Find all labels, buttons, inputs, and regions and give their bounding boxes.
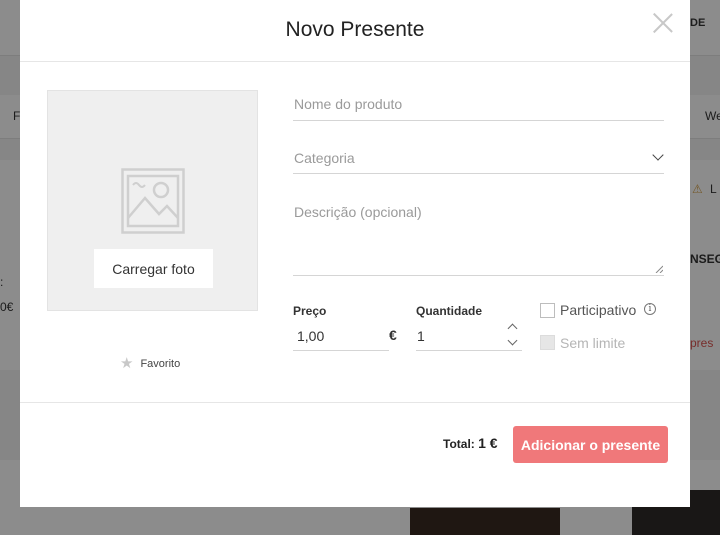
- image-placeholder-icon: [121, 168, 185, 234]
- currency-symbol: €: [389, 327, 397, 343]
- total-summary: Total: 1 €: [443, 435, 498, 451]
- participative-label: Participativo: [560, 302, 637, 318]
- description-field: [293, 198, 665, 276]
- close-icon[interactable]: [652, 12, 674, 34]
- modal-title: Novo Presente: [285, 18, 425, 41]
- unlimited-label: Sem limite: [560, 335, 626, 351]
- photo-upload-area[interactable]: Carregar foto: [47, 90, 258, 311]
- favorite-label: Favorito: [140, 357, 181, 370]
- participative-checkbox[interactable]: [540, 303, 555, 318]
- resize-grip-icon[interactable]: [655, 265, 663, 273]
- info-icon[interactable]: i: [644, 303, 656, 315]
- unlimited-checkbox[interactable]: [540, 335, 555, 350]
- product-name-input[interactable]: [294, 96, 665, 112]
- new-gift-modal: Novo Presente Carregar foto ★ Favorito C…: [20, 0, 690, 507]
- total-label: Total:: [443, 437, 475, 451]
- total-value: 1 €: [478, 435, 498, 451]
- add-gift-button[interactable]: Adicionar o presente: [513, 426, 668, 463]
- upload-photo-button[interactable]: Carregar foto: [94, 249, 213, 288]
- chevron-down-icon: [652, 149, 664, 161]
- quantity-stepper: [416, 322, 522, 351]
- quantity-input[interactable]: [417, 328, 487, 344]
- price-field: [293, 322, 393, 351]
- category-select[interactable]: Categoria: [293, 142, 664, 174]
- favorite-toggle[interactable]: ★ Favorito: [120, 356, 180, 371]
- quantity-label: Quantidade: [416, 304, 483, 318]
- footer-divider: [20, 402, 690, 403]
- header-divider: [20, 61, 690, 62]
- category-value: Categoria: [294, 150, 355, 166]
- product-name-field: [293, 88, 665, 121]
- description-textarea[interactable]: [294, 204, 665, 272]
- price-input[interactable]: [297, 328, 393, 344]
- price-label: Preço: [293, 304, 327, 318]
- star-icon: ★: [120, 355, 134, 372]
